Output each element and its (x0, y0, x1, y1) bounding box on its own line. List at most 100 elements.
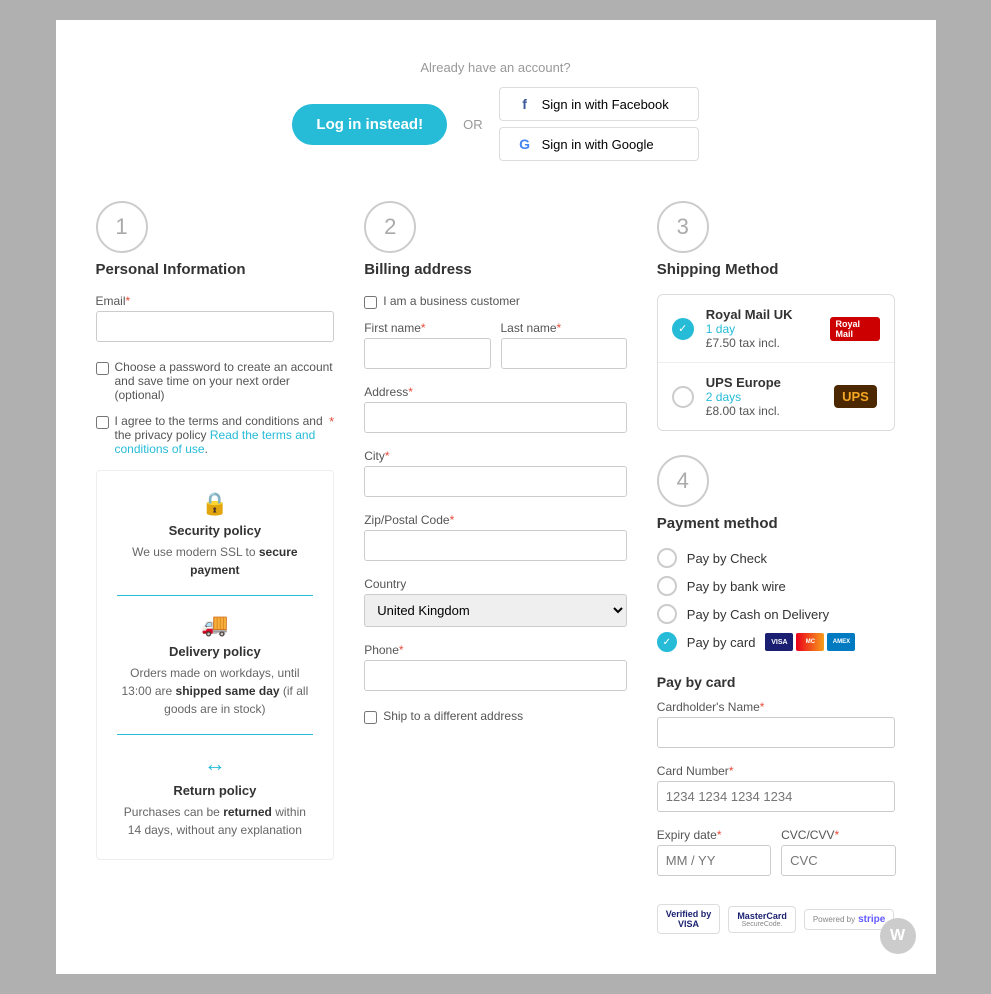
step4-title: Payment method (657, 515, 778, 532)
pay-card-radio[interactable] (657, 632, 677, 652)
pay-cash-radio[interactable] (657, 604, 677, 624)
security-policy-title: Security policy (117, 523, 314, 538)
country-select[interactable]: United Kingdom (364, 594, 627, 627)
shipping-ups[interactable]: UPS Europe 2 days £8.00 tax incl. UPS (658, 363, 895, 430)
card-number-label: Card Number* (657, 764, 896, 778)
pay-check-label: Pay by Check (687, 551, 767, 566)
royal-mail-name: Royal Mail UK (706, 307, 819, 322)
security-policy-text: We use modern SSL to secure payment (117, 543, 314, 579)
amex-icon: AMEX (827, 633, 855, 651)
pay-card-label: Pay by card (687, 635, 756, 650)
ups-days: 2 days (706, 390, 819, 404)
watermark: W (880, 918, 916, 954)
delivery-policy-title: Delivery policy (117, 644, 314, 659)
shipping-options: Royal Mail UK 1 day £7.50 tax incl. Roya… (657, 294, 896, 431)
royal-mail-logo: Royal Mail (830, 314, 880, 344)
phone-label: Phone* (364, 643, 627, 657)
stripe-badge: Powered by stripe (804, 909, 894, 930)
google-icon: G (516, 135, 534, 153)
pay-bank-option[interactable]: Pay by bank wire (657, 576, 896, 596)
pay-check-option[interactable]: Pay by Check (657, 548, 896, 568)
pay-bank-label: Pay by bank wire (687, 579, 786, 594)
zip-input[interactable] (364, 530, 627, 561)
facebook-signin-button[interactable]: f Sign in with Facebook (499, 87, 699, 121)
step3-title: Shipping Method (657, 261, 779, 278)
facebook-icon: f (516, 95, 534, 113)
delivery-icon: 🚚 (117, 612, 314, 638)
pay-by-card-section: Pay by card Cardholder's Name* Card Numb… (657, 666, 896, 934)
address-input[interactable] (364, 402, 627, 433)
zip-label: Zip/Postal Code* (364, 513, 627, 527)
pay-cash-label: Pay by Cash on Delivery (687, 607, 829, 622)
card-number-input[interactable] (657, 781, 896, 812)
terms-checkbox-label: I agree to the terms and conditions and … (115, 414, 324, 456)
mastercard-icon: MC (796, 633, 824, 651)
delivery-policy: 🚚 Delivery policy Orders made on workday… (117, 612, 314, 735)
first-name-input[interactable] (364, 338, 490, 369)
country-label: Country (364, 577, 627, 591)
email-label: Email* (96, 294, 335, 308)
return-policy-title: Return policy (117, 783, 314, 798)
already-text: Already have an account? (96, 60, 896, 75)
delivery-policy-text: Orders made on workdays, until 13:00 are… (117, 664, 314, 718)
pay-cash-option[interactable]: Pay by Cash on Delivery (657, 604, 896, 624)
ups-price: £8.00 tax incl. (706, 404, 819, 418)
password-checkbox[interactable] (96, 362, 109, 375)
visa-icon: VISA (765, 633, 793, 651)
email-input[interactable] (96, 311, 335, 342)
last-name-input[interactable] (501, 338, 627, 369)
business-customer-checkbox[interactable] (364, 296, 377, 309)
ship-different-checkbox[interactable] (364, 711, 377, 724)
step3-step4-column: 3 Shipping Method Royal Mail UK 1 day £7… (657, 201, 896, 934)
return-policy-text: Purchases can be returned within 14 days… (117, 803, 314, 839)
cardholder-input[interactable] (657, 717, 896, 748)
terms-required: * (329, 414, 334, 429)
or-divider: OR (463, 117, 483, 132)
last-name-label: Last name* (501, 321, 627, 335)
step2-number: 2 (364, 201, 416, 253)
password-checkbox-label: Choose a password to create an account a… (115, 360, 335, 402)
address-label: Address* (364, 385, 627, 399)
business-customer-label: I am a business customer (383, 294, 520, 308)
pay-bank-radio[interactable] (657, 576, 677, 596)
cardholder-label: Cardholder's Name* (657, 700, 896, 714)
trust-badges: Verified by VISA MasterCard SecureCode. … (657, 904, 896, 934)
royal-mail-days: 1 day (706, 322, 819, 336)
step1-number: 1 (96, 201, 148, 253)
step2-column: 2 Billing address I am a business custom… (364, 201, 627, 736)
royal-mail-radio[interactable] (672, 318, 694, 340)
card-icons: VISA MC AMEX (765, 633, 855, 651)
expiry-label: Expiry date* (657, 828, 771, 842)
city-input[interactable] (364, 466, 627, 497)
pay-check-radio[interactable] (657, 548, 677, 568)
payment-options: Pay by Check Pay by bank wire Pay by Cas… (657, 548, 896, 652)
expiry-input[interactable] (657, 845, 771, 876)
return-icon: ↔ (117, 751, 314, 777)
cvc-input[interactable] (781, 845, 895, 876)
step2-title: Billing address (364, 261, 472, 278)
security-policy: 🔒 Security policy We use modern SSL to s… (117, 491, 314, 596)
royal-mail-price: £7.50 tax incl. (706, 336, 819, 350)
terms-checkbox[interactable] (96, 416, 109, 429)
security-icon: 🔒 (117, 491, 314, 517)
ship-different-label: Ship to a different address (383, 709, 523, 723)
step1-title: Personal Information (96, 261, 246, 278)
step4-number: 4 (657, 455, 709, 507)
pay-by-card-title: Pay by card (657, 674, 896, 690)
city-label: City* (364, 449, 627, 463)
ups-radio[interactable] (672, 386, 694, 408)
step1-column: 1 Personal Information Email* Choose a p… (96, 201, 335, 860)
pay-card-option[interactable]: Pay by card VISA MC AMEX (657, 632, 896, 652)
phone-input[interactable] (364, 660, 627, 691)
ups-logo: UPS (830, 382, 880, 412)
policy-box: 🔒 Security policy We use modern SSL to s… (96, 470, 335, 860)
cvc-label: CVC/CVV* (781, 828, 895, 842)
return-policy: ↔ Return policy Purchases can be returne… (117, 751, 314, 839)
verified-visa-badge: Verified by VISA (657, 904, 721, 934)
step3-number: 3 (657, 201, 709, 253)
login-button[interactable]: Log in instead! (292, 104, 447, 145)
google-signin-button[interactable]: G Sign in with Google (499, 127, 699, 161)
first-name-label: First name* (364, 321, 490, 335)
shipping-royal-mail[interactable]: Royal Mail UK 1 day £7.50 tax incl. Roya… (658, 295, 895, 363)
mastercard-badge: MasterCard SecureCode. (728, 906, 796, 933)
